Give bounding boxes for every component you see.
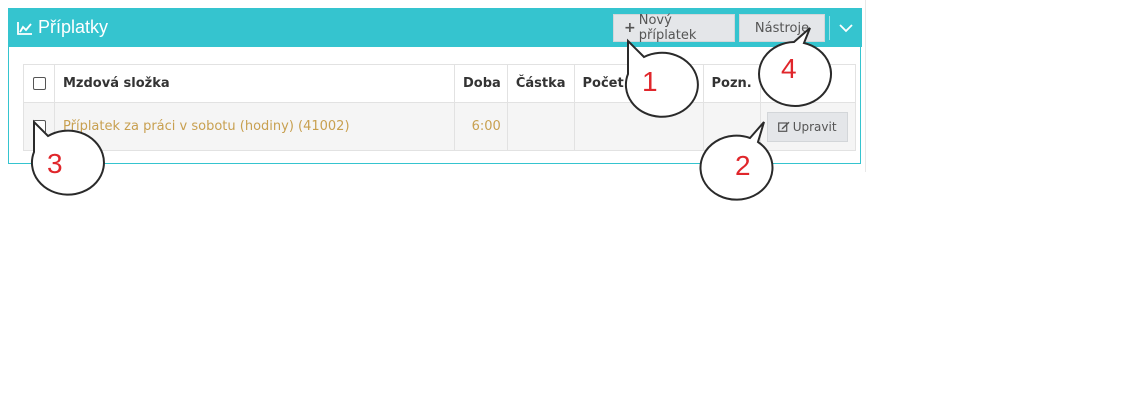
edit-label: Upravit	[792, 119, 837, 134]
select-all-checkbox[interactable]	[32, 77, 46, 90]
table-header-row: Mzdová složka Doba Částka Počet Pozn.	[23, 64, 856, 103]
callout-2-number: 2	[735, 150, 751, 181]
column-header-amount[interactable]: Částka	[506, 64, 575, 103]
callout-3-number: 3	[47, 148, 63, 179]
callout-4-number: 4	[781, 53, 797, 84]
callout-2: 2	[699, 121, 786, 208]
new-surcharge-button[interactable]: + Nový příplatek	[613, 13, 735, 43]
line-chart-icon	[17, 21, 33, 35]
column-header-duration[interactable]: Doba	[454, 64, 508, 103]
panel-header: Příplatky + Nový příplatek Nástroje	[9, 8, 862, 47]
edit-icon	[777, 121, 790, 132]
callout-1-number: 1	[642, 66, 658, 97]
select-all-cell	[23, 64, 55, 103]
callout-1: 1	[614, 38, 699, 126]
callout-4: 4	[754, 27, 834, 112]
callout-3: 3	[20, 119, 105, 206]
plus-icon: +	[624, 20, 636, 36]
duration-cell: 6:00	[454, 102, 508, 151]
column-header-component[interactable]: Mzdová složka	[54, 64, 455, 103]
panel-title-text: Příplatky	[38, 17, 109, 37]
panel-title: Příplatky	[17, 8, 108, 47]
collapse-toggle[interactable]	[831, 8, 861, 47]
new-surcharge-label: Nový příplatek	[638, 13, 697, 43]
component-cell: Příplatek za práci v sobotu (hodiny) (41…	[54, 102, 455, 151]
header-divider	[829, 16, 830, 40]
amount-cell	[506, 102, 575, 151]
column-header-note[interactable]: Pozn.	[702, 64, 761, 103]
tools-label: Nástroje	[754, 20, 810, 36]
component-link[interactable]: Příplatek za práci v sobotu (hodiny) (41…	[63, 119, 350, 134]
duration-value: 6:00	[471, 119, 501, 134]
panel-outer-edge	[865, 0, 866, 172]
chevron-down-icon	[839, 18, 853, 37]
